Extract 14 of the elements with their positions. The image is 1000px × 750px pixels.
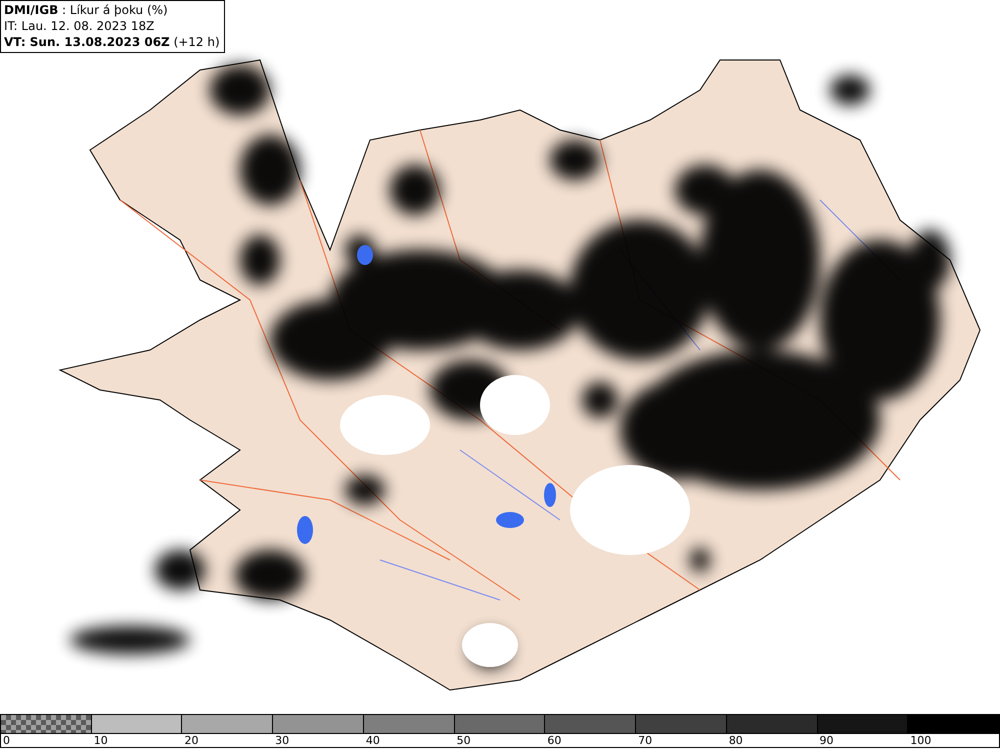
- legend-label: 100: [909, 734, 932, 747]
- info-line: DMI/IGB : Líkur á þoku (%): [4, 2, 169, 18]
- legend-label: 70: [637, 734, 652, 747]
- legend-label: 0: [2, 734, 10, 747]
- legend-label: 10: [92, 734, 108, 747]
- legend-label: 40: [364, 734, 380, 747]
- info-line: IT: Lau. 12. 08. 2023 18Z: [4, 18, 156, 34]
- legend-label: 60: [546, 734, 562, 747]
- legend-label: 30: [274, 734, 290, 747]
- info-line: VT: Sun. 13.08.2023 06Z (+12 h): [4, 34, 220, 50]
- legend-label: 80: [728, 734, 743, 747]
- legend-label: 90: [818, 734, 834, 747]
- legend-label: 50: [456, 734, 471, 747]
- legend-label: 20: [183, 734, 198, 747]
